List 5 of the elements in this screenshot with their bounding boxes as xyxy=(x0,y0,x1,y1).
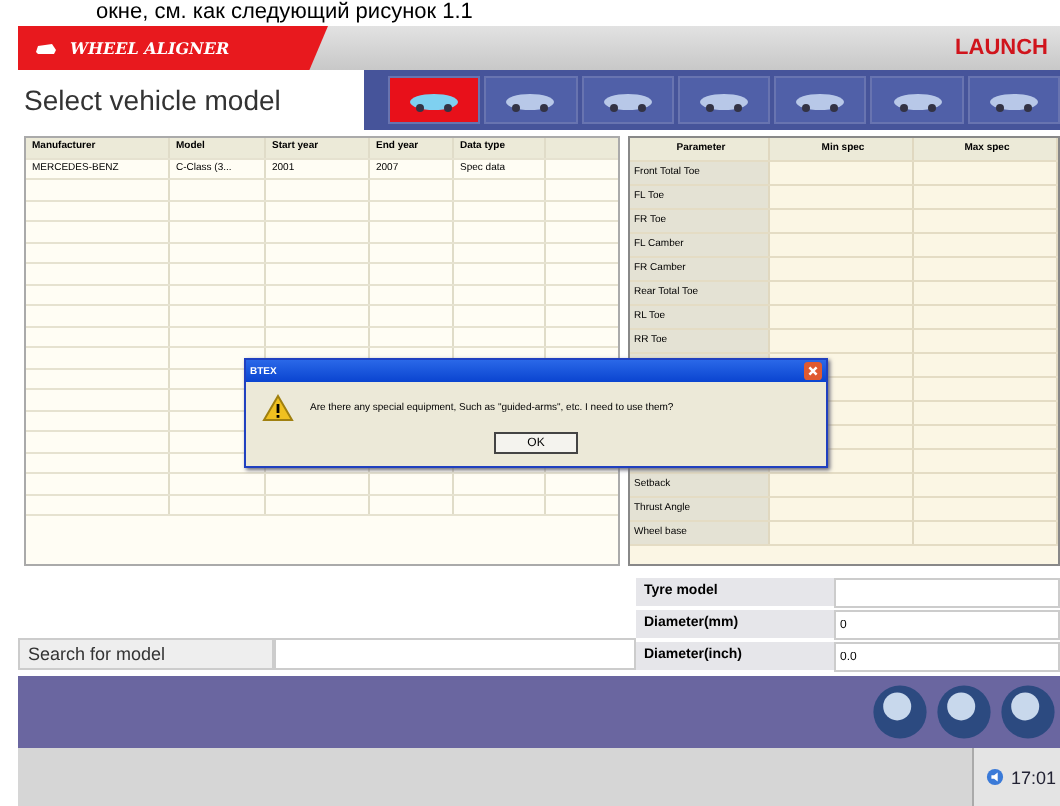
app-title: WHEEL ALIGNER xyxy=(70,38,230,58)
caption-text: окне, см. как следующий рисунок 1.1 xyxy=(94,0,473,26)
search-label: Search for model xyxy=(18,638,274,670)
clock: 17:01 xyxy=(1010,767,1056,787)
brand-label: LAUNCH xyxy=(955,36,1050,60)
